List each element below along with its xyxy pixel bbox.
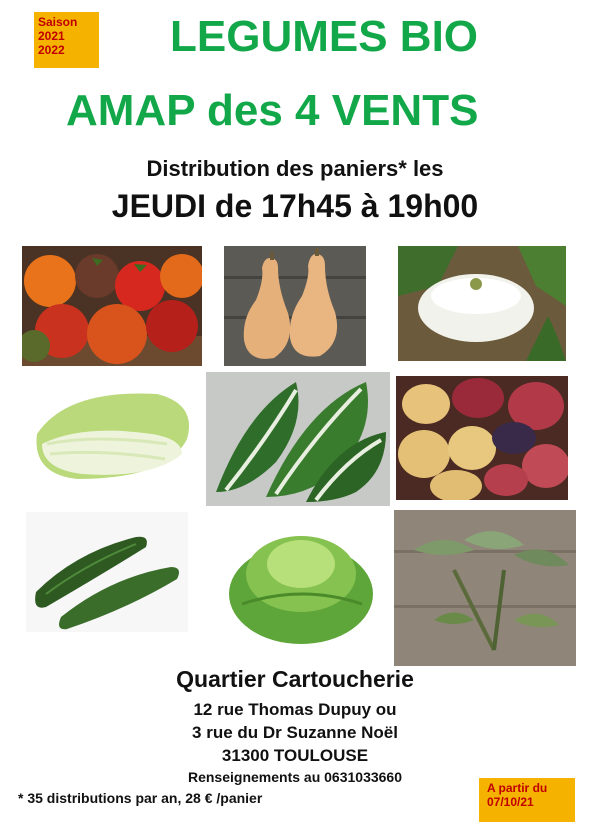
distribution-schedule: JEUDI de 17h45 à 19h00 [111, 188, 479, 224]
distribution-heading: Distribution des paniers* les [146, 156, 444, 181]
butternut-squash-image [224, 246, 366, 366]
main-title: LEGUMES BIO [170, 12, 479, 61]
address-city: 31300 TOULOUSE [221, 746, 369, 765]
address-title: Quartier Cartoucherie [176, 666, 414, 692]
season-year-start: 2021 [38, 29, 65, 43]
season-badge: Saison 2021 2022 [34, 12, 99, 68]
start-label: A partir du [487, 781, 548, 795]
cucumbers-image [26, 512, 188, 632]
season-label: Saison [38, 15, 78, 29]
season-year-end: 2022 [38, 43, 65, 57]
address-line-2: 3 rue du Dr Suzanne Noël [192, 723, 398, 742]
herbs-image [394, 510, 576, 666]
footnote: * 35 distributions par an, 28 € /panier [18, 790, 263, 806]
address-line-1: 12 rue Thomas Dupuy ou [193, 700, 397, 719]
chard-image [206, 372, 390, 506]
pattypan-squash-image [398, 246, 566, 361]
start-date: 07/10/21 [487, 795, 534, 809]
lettuce-image [222, 514, 380, 654]
tomatoes-image [22, 246, 202, 366]
start-date-badge: A partir du 07/10/21 [479, 778, 575, 822]
chinese-cabbage-image [22, 374, 198, 494]
potatoes-image [396, 376, 568, 500]
organization-title: AMAP des 4 VENTS [66, 86, 479, 135]
